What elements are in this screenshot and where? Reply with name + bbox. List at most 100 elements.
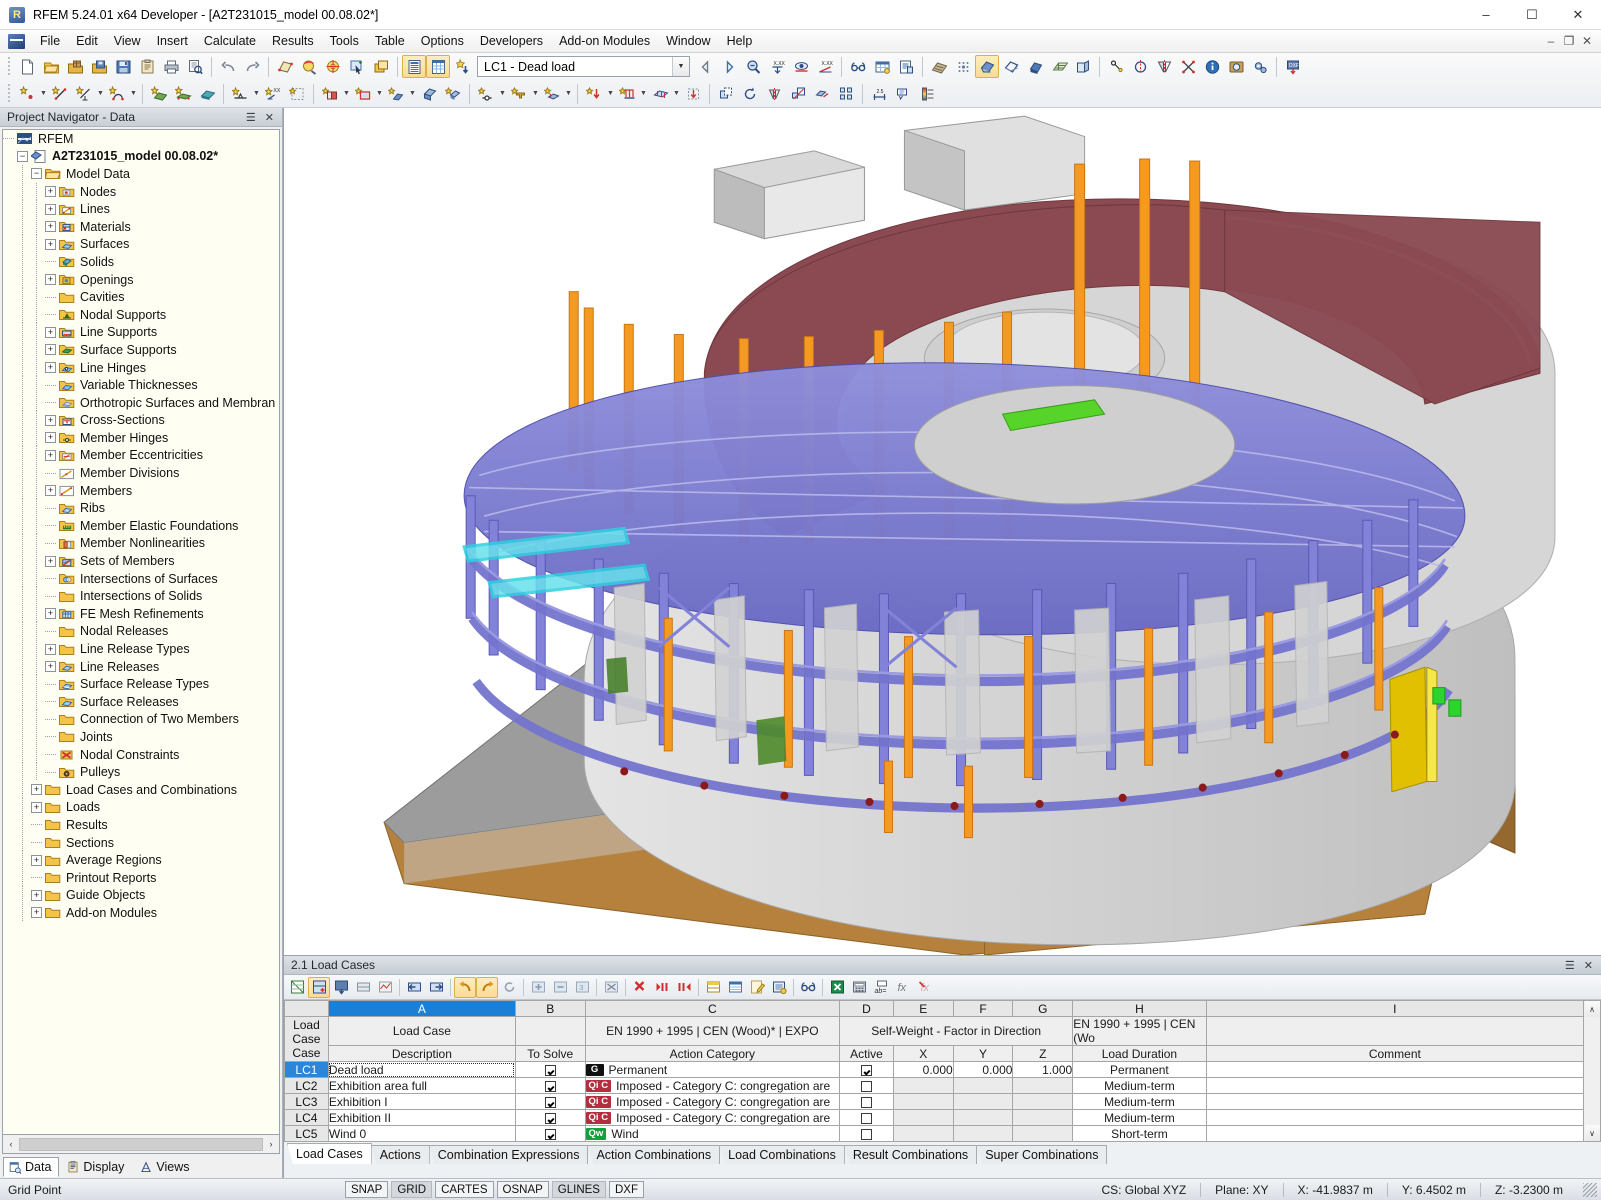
tree-item-joints[interactable]: Joints (3, 727, 279, 746)
table-view-icon[interactable] (724, 977, 746, 998)
table-row[interactable]: LC2 Exhibition area full Qi C Imposed - Cat… (284, 1077, 1585, 1094)
chevron-down-icon[interactable]: ▼ (375, 84, 384, 104)
close-button[interactable]: ✕ (1555, 0, 1601, 30)
prev-table-icon[interactable] (403, 977, 425, 998)
row-tosolve-cell[interactable] (514, 1125, 586, 1142)
table-row[interactable]: LC4 Exhibition II Qi C Imposed - Category C… (284, 1109, 1585, 1126)
open-file-icon[interactable] (39, 55, 63, 78)
snap-node-icon[interactable] (1104, 55, 1128, 78)
mirror-obj-icon[interactable] (762, 82, 786, 105)
navigator-tab-display[interactable]: Display (61, 1157, 132, 1177)
wireframe-icon[interactable] (999, 55, 1023, 78)
undo-table-icon[interactable] (454, 976, 476, 998)
model-viewport-3d[interactable] (284, 108, 1601, 955)
grid-vscrollbar[interactable]: ∧ ∨ (1584, 1000, 1601, 1142)
rotate-obj-icon[interactable] (738, 82, 762, 105)
menu-item-developers[interactable]: Developers (472, 32, 551, 50)
scroll-right-icon[interactable]: › (263, 1135, 279, 1153)
menu-item-addon-modules[interactable]: Add-on Modules (551, 32, 658, 50)
annotate-icon[interactable] (891, 82, 915, 105)
menu-item-table[interactable]: Table (367, 32, 413, 50)
tree-item-member-divisions[interactable]: Member Divisions (3, 464, 279, 483)
chevron-down-icon[interactable]: ▼ (252, 84, 261, 104)
expand-icon[interactable]: + (45, 238, 56, 250)
tree-item-surfaces[interactable]: + Surfaces (3, 235, 279, 254)
expand-icon[interactable]: + (45, 432, 56, 444)
new-solid-icon[interactable] (195, 82, 219, 105)
excel-export-icon[interactable] (826, 977, 848, 998)
row-active-cell[interactable] (839, 1109, 894, 1126)
tree-item-member-hinges[interactable]: + Member Hinges (3, 428, 279, 447)
remove-row-icon[interactable] (549, 977, 571, 998)
gears-icon[interactable] (1248, 55, 1272, 78)
chevron-down-icon[interactable]: ▼ (498, 84, 507, 104)
expand-icon[interactable]: + (31, 784, 42, 796)
redo-table-icon[interactable] (476, 976, 498, 998)
row-factor-y-cell[interactable] (952, 1093, 1014, 1110)
load-cases-grid[interactable]: A B C D E F G H I Load Case Case Load Case EN 1990 +… (284, 1000, 1585, 1142)
redo-icon[interactable] (240, 55, 264, 78)
menu-item-insert[interactable]: Insert (149, 32, 196, 50)
row-action-category-cell[interactable]: Qi C Imposed - Category C: congregation a… (584, 1093, 841, 1110)
pin-icon[interactable]: ☰ (246, 111, 256, 124)
project-tree[interactable]: RFEM − A2T231015_model 00.08.02* − Model Dat… (2, 129, 280, 1135)
row-comment-cell[interactable] (1205, 1061, 1585, 1078)
prev-loadcase-icon[interactable] (693, 55, 717, 78)
expand-icon[interactable]: + (45, 555, 56, 567)
row-description-cell[interactable]: Exhibition II (327, 1109, 516, 1126)
zoom-factor-icon[interactable] (741, 55, 765, 78)
grid-column-header-B[interactable]: B (514, 1000, 586, 1017)
glasses-table-icon[interactable] (797, 977, 819, 998)
grid-column-header-A[interactable]: A (327, 1000, 516, 1017)
new-rectangle-icon[interactable] (351, 82, 375, 105)
row-action-category-cell[interactable]: Qi C Imposed - Category C: congregation a… (584, 1077, 841, 1094)
checkbox-active[interactable] (860, 1096, 872, 1108)
tree-item-materials[interactable]: + Materials (3, 217, 279, 236)
new-opening-icon[interactable] (318, 82, 342, 105)
row-tosolve-cell[interactable] (514, 1109, 586, 1126)
tree-item-sections[interactable]: Sections (3, 833, 279, 852)
grid-column-header-H[interactable]: H (1072, 1000, 1207, 1017)
checkbox-active[interactable] (860, 1064, 872, 1076)
checkbox-active[interactable] (860, 1080, 872, 1092)
row-load-duration-cell[interactable]: Medium-term (1072, 1109, 1207, 1126)
row-active-cell[interactable] (839, 1077, 894, 1094)
tree-item-surface-releases[interactable]: Surface Releases (3, 692, 279, 711)
new-member-icon[interactable] (384, 82, 408, 105)
new-polyline-icon[interactable] (105, 82, 129, 105)
tree-item-openings[interactable]: + Openings (3, 270, 279, 289)
chevron-down-icon[interactable]: ▼ (606, 84, 615, 104)
tree-item-solids[interactable]: Solids (3, 252, 279, 271)
row-comment-cell[interactable] (1205, 1077, 1585, 1094)
grid-column-header-I[interactable]: I (1205, 1000, 1585, 1017)
row-tosolve-cell[interactable] (514, 1077, 586, 1094)
expand-icon[interactable]: + (45, 186, 56, 198)
new-table-icon[interactable] (286, 977, 308, 998)
chevron-down-icon[interactable]: ▼ (129, 84, 138, 104)
tree-item-a2t231015-model-00-08-02[interactable]: − A2T231015_model 00.08.02* (3, 148, 279, 166)
row-tosolve-cell[interactable] (514, 1093, 586, 1110)
renumber-icon[interactable]: 3 (571, 977, 593, 998)
tree-item-sets-of-members[interactable]: + Sets of Members (3, 552, 279, 571)
expand-icon[interactable]: + (45, 221, 56, 233)
fe-mesh-points-icon[interactable] (951, 55, 975, 78)
grid-column-header-C[interactable]: C (584, 1000, 841, 1017)
checkbox-to-solve[interactable] (544, 1080, 556, 1092)
tree-item-surface-supports[interactable]: + Surface Supports (3, 340, 279, 359)
row-comment-cell[interactable] (1205, 1093, 1585, 1110)
row-factor-z-cell[interactable] (1012, 1109, 1074, 1126)
close-icon[interactable]: ✕ (1584, 959, 1593, 972)
chevron-down-icon[interactable]: ▼ (639, 84, 648, 104)
tree-item-line-release-types[interactable]: + Line Release Types (3, 640, 279, 659)
chevron-down-icon[interactable]: ▼ (672, 84, 681, 104)
expand-icon[interactable]: + (45, 485, 56, 497)
grid-icon[interactable] (1047, 55, 1071, 78)
row-factor-y-cell[interactable] (952, 1077, 1014, 1094)
checkbox-active[interactable] (860, 1112, 872, 1124)
expand-icon[interactable]: + (45, 608, 56, 620)
expand-icon[interactable]: + (45, 449, 56, 461)
tree-item-surface-release-types[interactable]: Surface Release Types (3, 675, 279, 694)
refresh-table-icon[interactable] (498, 977, 520, 998)
circle-center-icon[interactable] (1128, 55, 1152, 78)
table-row[interactable]: LC3 Exhibition I Qi C Imposed - Category C:… (284, 1093, 1585, 1110)
